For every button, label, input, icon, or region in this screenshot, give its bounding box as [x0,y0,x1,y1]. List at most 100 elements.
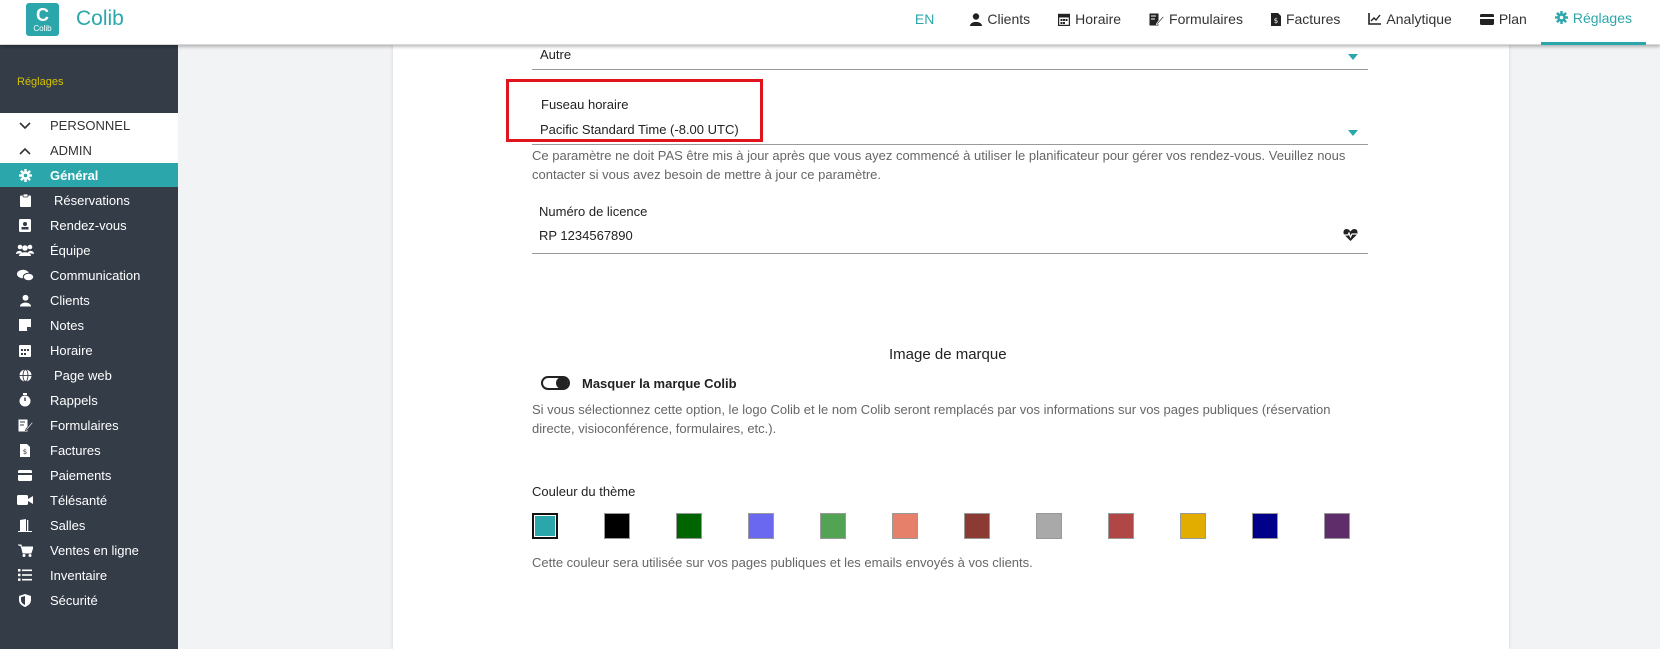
sidebar-item-label: Factures [50,442,101,458]
calendar-icon [19,344,31,357]
cart-icon [17,544,33,557]
video-icon [17,495,33,505]
nav-label: Horaire [1075,11,1122,27]
theme-color-swatch[interactable] [1108,513,1134,539]
theme-color-swatch[interactable] [1324,513,1350,539]
clipboard-icon [19,193,31,207]
theme-color-hint: Cette couleur sera utilisée sur vos page… [532,555,1033,570]
heart-pulse-icon [1343,229,1358,241]
shield-icon [19,593,31,607]
sidebar-item-label: Général [50,167,99,183]
section-label: PERSONNEL [50,118,131,133]
credit-card-icon [18,469,32,481]
sidebar-item-label: Inventaire [50,567,108,583]
caret-down-icon[interactable] [1348,130,1358,136]
theme-color-swatch[interactable] [748,513,774,539]
highlight-box [506,79,763,142]
chevron-up-icon [19,147,31,155]
sidebar-item-rendez-vous[interactable]: Rendez-vous [0,213,178,237]
calendar-icon [1058,13,1071,26]
invoice-icon: $ [20,443,30,457]
theme-color-swatch[interactable] [1036,513,1062,539]
invoice-icon: $ [1270,12,1281,26]
user-icon [19,294,31,306]
theme-color-swatch[interactable] [604,513,630,539]
sidebar-title: Réglages [17,76,64,88]
sidebar-item-general[interactable]: Général [0,163,178,187]
sidebar-item-telesante[interactable]: Télésanté [0,488,178,512]
globe-icon [19,368,31,382]
gear-icon [18,168,32,182]
theme-color-swatch[interactable] [892,513,918,539]
sidebar-item-inventaire[interactable]: Inventaire [0,563,178,587]
chat-icon [16,269,34,281]
sidebar-item-securite[interactable]: Sécurité [0,588,178,612]
sidebar-item-reservations[interactable]: Réservations [0,188,178,212]
sidebar-item-label: Notes [50,317,84,333]
sidebar-item-ventes-en-ligne[interactable]: Ventes en ligne [0,538,178,562]
top-select-underline [532,69,1368,70]
license-input[interactable]: RP 1234567890 [539,228,633,243]
sidebar-item-factures[interactable]: $ Factures [0,438,178,462]
timezone-hint: Ce paramètre ne doit PAS être mis à jour… [532,148,1346,182]
brand-name[interactable]: Colib [76,7,124,31]
form-edit-icon [1149,13,1165,25]
logo-letter: C [36,5,49,25]
license-underline [532,253,1368,254]
nav-clients[interactable]: Clients [956,0,1044,38]
sidebar-section-personnel[interactable]: PERSONNEL [0,113,178,138]
app-logo[interactable]: C Colib [26,3,59,36]
sidebar-item-label: Télésanté [50,492,108,508]
language-switch[interactable]: EN [893,0,956,38]
nav-label: Plan [1498,11,1527,27]
sidebar-item-label: Paiements [50,467,112,483]
team-icon [16,244,34,256]
timezone-underline [532,144,1368,145]
sidebar-item-communication[interactable]: Communication [0,263,178,287]
stopwatch-icon [19,393,31,407]
sidebar-item-formulaires[interactable]: Formulaires [0,413,178,437]
sidebar-item-notes[interactable]: Notes [0,313,178,337]
sidebar-item-clients[interactable]: Clients [0,288,178,312]
branding-hint: Si vous sélectionnez cette option, le lo… [532,402,1331,436]
theme-color-swatch[interactable] [964,513,990,539]
top-select-value[interactable]: Autre [540,47,571,62]
section-label: ADMIN [50,143,92,158]
sidebar-item-label: Rendez-vous [50,217,127,233]
nav-label: Analytique [1386,11,1452,27]
nav-reglages[interactable]: Réglages [1540,0,1646,45]
user-icon [970,12,983,26]
hide-brand-toggle[interactable] [541,376,570,390]
sidebar-section-admin[interactable]: ADMIN [0,138,178,163]
sidebar-item-label: Rappels [50,392,98,408]
theme-color-swatch[interactable] [820,513,846,539]
theme-color-swatch[interactable] [1180,513,1206,539]
top-bar: C Colib Colib EN Clients Horaire Formula… [0,0,1660,45]
theme-color-label: Couleur du thème [532,484,636,499]
nav-formulaires[interactable]: Formulaires [1135,0,1257,38]
theme-color-swatch[interactable] [532,513,558,539]
nav-horaire[interactable]: Horaire [1044,0,1135,38]
sidebar-item-label: Formulaires [50,417,119,433]
branding-title: Image de marque [889,346,1007,363]
credit-card-icon [1479,13,1494,25]
theme-color-swatch[interactable] [1252,513,1278,539]
sidebar-item-label: Sécurité [50,592,98,608]
logo-text: Colib [33,24,52,33]
sidebar-item-page-web[interactable]: Page web [0,363,178,387]
sidebar-item-horaire[interactable]: Horaire [0,338,178,362]
nav-plan[interactable]: Plan [1466,0,1541,38]
sidebar-item-label: Équipe [50,242,91,258]
theme-color-swatch[interactable] [676,513,702,539]
sidebar-item-rappels[interactable]: Rappels [0,388,178,412]
sidebar-item-equipe[interactable]: Équipe [0,238,178,262]
sidebar-item-paiements[interactable]: Paiements [0,463,178,487]
sidebar-item-salles[interactable]: Salles [0,513,178,537]
caret-down-icon[interactable] [1348,54,1358,60]
nav-label: Clients [987,11,1031,27]
nav-analytique[interactable]: Analytique [1354,0,1465,38]
sidebar-item-label: Salles [50,517,86,533]
list-icon [18,569,32,581]
hide-brand-label[interactable]: Masquer la marque Colib [582,376,737,391]
nav-factures[interactable]: $ Factures [1257,0,1354,38]
